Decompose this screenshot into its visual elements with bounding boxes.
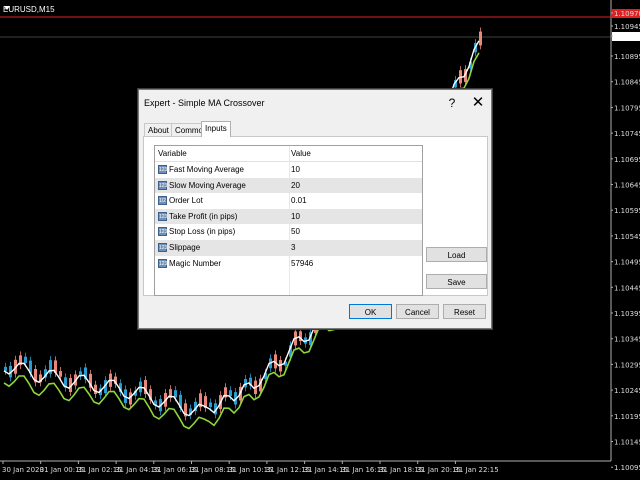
- price-tick-label: 1.10795: [614, 104, 640, 112]
- time-tick-label: 31 Jan 22:15: [454, 466, 498, 474]
- variable-name: Slow Moving Average: [169, 180, 246, 190]
- variable-value[interactable]: 10: [291, 165, 300, 174]
- variable-value[interactable]: 50: [291, 227, 300, 236]
- price-tick-label: 1.10970: [614, 10, 640, 18]
- variable-value[interactable]: 10: [291, 212, 300, 221]
- price-tick-label: 1.10295: [614, 361, 640, 369]
- candle-body: [94, 384, 97, 395]
- price-tick-label: 1.10345: [614, 336, 640, 344]
- inputs-grid[interactable]: Variable Value 123 Fast Moving Average 1…: [154, 145, 423, 296]
- price-tick-label: 1.10895: [614, 53, 640, 61]
- variable-name: Stop Loss (in pips): [169, 227, 236, 237]
- price-tick-label: 1.10495: [614, 259, 640, 267]
- integer-type-icon: 123: [158, 227, 168, 237]
- candle-body: [229, 390, 232, 396]
- current-price-tag: [612, 32, 640, 41]
- price-tick-label: 1.10145: [614, 439, 640, 447]
- integer-type-icon: 123: [158, 243, 168, 252]
- integer-type-icon: 123: [158, 258, 168, 268]
- price-tick-label: 1.10445: [614, 284, 640, 292]
- variable-value[interactable]: 3: [291, 243, 295, 252]
- load-button[interactable]: Load: [426, 247, 487, 262]
- candle-body: [4, 366, 7, 371]
- candle-body: [49, 360, 52, 374]
- variable-name: Take Profit (in pips): [169, 211, 238, 221]
- variable-value[interactable]: 20: [291, 181, 300, 190]
- candle-body: [24, 356, 27, 363]
- cancel-button[interactable]: Cancel: [396, 304, 439, 319]
- chart-symbol-label: EURUSD,M15: [3, 5, 55, 14]
- price-tick-label: 1.10745: [614, 130, 640, 138]
- save-button[interactable]: Save: [426, 274, 487, 289]
- tab-about[interactable]: About: [144, 123, 173, 137]
- reset-button[interactable]: Reset: [443, 304, 486, 319]
- integer-type-icon: 123: [158, 180, 168, 190]
- price-tick-label: 1.10245: [614, 387, 640, 395]
- input-row[interactable]: 1/2 Order Lot 0.01: [155, 193, 422, 209]
- price-tick-label: 1.10695: [614, 156, 640, 164]
- variable-value[interactable]: 0.01: [291, 196, 307, 205]
- input-row[interactable]: 123 Stop Loss (in pips) 50: [155, 224, 422, 240]
- candle-body: [209, 402, 212, 407]
- header-variable[interactable]: Variable: [158, 149, 187, 158]
- variable-name: Order Lot: [169, 196, 203, 206]
- inputs-panel: Variable Value 123 Fast Moving Average 1…: [143, 136, 488, 296]
- integer-type-icon: 123: [158, 165, 168, 174]
- input-row[interactable]: 123 Take Profit (in pips) 10: [155, 208, 422, 225]
- time-axis: 30 Jan 202031 Jan 00:1531 Jan 02:1531 Ja…: [2, 466, 499, 474]
- time-tick-label: 30 Jan 2020: [2, 466, 44, 474]
- input-row[interactable]: 123 Slow Moving Average 20: [155, 177, 422, 194]
- price-tick-label: 1.10095: [614, 464, 640, 472]
- header-value[interactable]: Value: [291, 149, 311, 158]
- variable-name: Fast Moving Average: [169, 165, 245, 174]
- input-row[interactable]: 123 Fast Moving Average 10: [155, 162, 422, 178]
- close-icon[interactable]: ✕: [468, 93, 488, 113]
- variable-value[interactable]: 57946: [291, 259, 313, 268]
- candle-body: [479, 31, 482, 46]
- candle-body: [59, 371, 62, 377]
- variable-name: Slippage: [169, 243, 201, 252]
- price-tick-label: 1.10195: [614, 413, 640, 421]
- input-row[interactable]: 123 Slippage 3: [155, 240, 422, 256]
- input-row[interactable]: 123 Magic Number 57946: [155, 256, 422, 272]
- price-tick-label: 1.10545: [614, 233, 640, 241]
- price-tick-label: 1.10645: [614, 182, 640, 190]
- tab-inputs[interactable]: Inputs: [201, 121, 231, 137]
- ok-button[interactable]: OK: [349, 304, 392, 319]
- variable-name: Magic Number: [169, 258, 222, 268]
- price-tick-label: 1.10595: [614, 207, 640, 215]
- price-tick-label: 1.10395: [614, 310, 640, 318]
- expert-properties-dialog: Expert - Simple MA Crossover ? ✕ About C…: [138, 89, 492, 329]
- price-tick-label: 1.10845: [614, 79, 640, 87]
- double-type-icon: 1/2: [158, 196, 167, 206]
- price-tick-label: 1.10945: [614, 23, 640, 31]
- help-icon[interactable]: ?: [444, 94, 460, 112]
- dialog-title: Expert - Simple MA Crossover: [144, 98, 265, 108]
- integer-type-icon: 123: [158, 211, 168, 221]
